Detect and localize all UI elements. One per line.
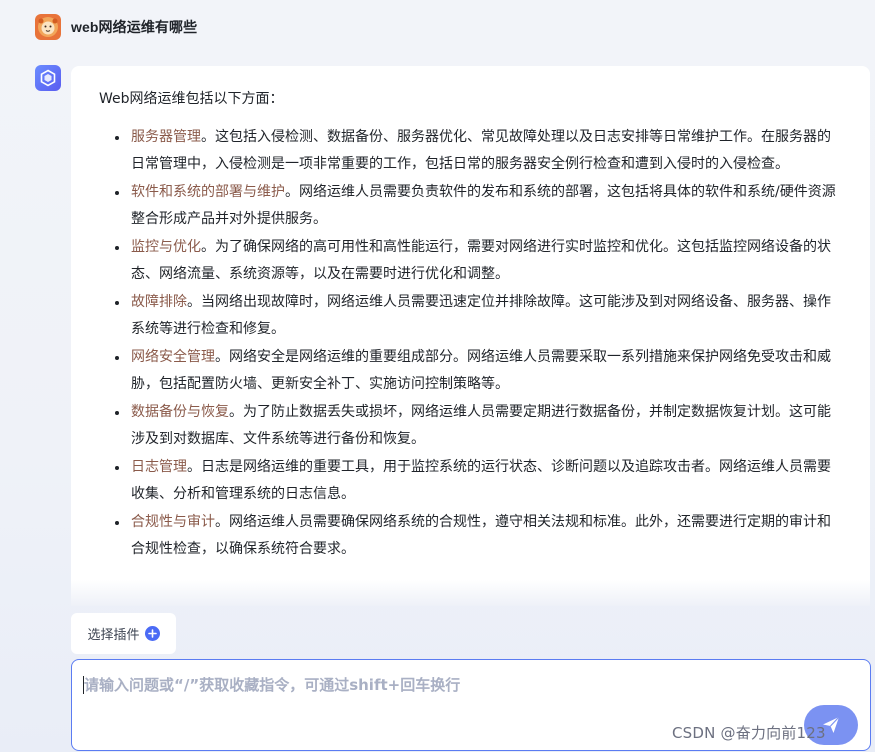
list-item: 合规性与审计。网络运维人员需要确保网络系统的合规性，遵守相关法规和标准。此外，还… — [115, 509, 842, 563]
point-title: 服务器管理 — [131, 129, 201, 145]
list-item: 日志管理。日志是网络运维的重要工具，用于监控系统的运行状态、诊断问题以及追踪攻击… — [115, 454, 842, 508]
point-text: 。当网络出现故障时，网络运维人员需要迅速定位并排除故障。这可能涉及到对网络设备、… — [131, 294, 831, 337]
list-item: 监控与优化。为了确保网络的高可用性和高性能运行，需要对网络进行实时监控和优化。这… — [115, 234, 842, 288]
answer-card: Web网络运维包括以下方面： 服务器管理。这包括入侵检测、数据备份、服务器优化、… — [71, 66, 870, 606]
point-text: 。为了确保网络的高可用性和高性能运行，需要对网络进行实时监控和优化。这包括监控网… — [131, 239, 831, 282]
point-title: 网络安全管理 — [131, 349, 215, 365]
point-title: 故障排除 — [131, 294, 187, 310]
lion-avatar-icon — [38, 17, 58, 37]
user-message-row: web网络运维有哪些 — [35, 13, 197, 41]
cube-logo-icon — [40, 69, 56, 87]
answer-intro: Web网络运维包括以下方面： — [99, 91, 284, 107]
answer-points-list: 服务器管理。这包括入侵检测、数据备份、服务器优化、常见故障处理以及日志安排等日常… — [99, 124, 842, 563]
point-title: 软件和系统的部署与维护 — [131, 184, 285, 200]
plus-circle-icon — [144, 626, 160, 641]
list-item: 数据备份与恢复。为了防止数据丢失或损坏，网络运维人员需要定期进行数据备份，并制定… — [115, 399, 842, 453]
point-title: 监控与优化 — [131, 239, 201, 255]
point-text: 。网络运维人员需要确保网络系统的合规性，遵守相关法规和标准。此外，还需要进行定期… — [131, 514, 831, 557]
bot-avatar — [35, 65, 61, 91]
list-item: 故障排除。当网络出现故障时，网络运维人员需要迅速定位并排除故障。这可能涉及到对网… — [115, 289, 842, 343]
select-plugin-label: 选择插件 — [87, 628, 140, 643]
point-title: 日志管理 — [131, 459, 187, 475]
chat-page: web网络运维有哪些 Web网络运维包括以下方面： 服务器管理。这包括入侵检测、… — [0, 0, 875, 752]
user-avatar — [35, 14, 61, 40]
point-title: 数据备份与恢复 — [131, 404, 229, 420]
answer-fade — [71, 580, 870, 606]
text-caret — [83, 676, 84, 694]
user-question-text: web网络运维有哪些 — [71, 19, 198, 35]
list-item: 软件和系统的部署与维护。网络运维人员需要负责软件的发布和系统的部署，这包括将具体… — [115, 179, 842, 233]
point-title: 合规性与审计 — [131, 514, 215, 530]
point-text: 。这包括入侵检测、数据备份、服务器优化、常见故障处理以及日志安排等日常维护工作。… — [131, 129, 831, 172]
point-text: 。为了防止数据丢失或损坏，网络运维人员需要定期进行数据备份，并制定数据恢复计划。… — [131, 404, 831, 447]
list-item: 服务器管理。这包括入侵检测、数据备份、服务器优化、常见故障处理以及日志安排等日常… — [115, 124, 842, 178]
question-input[interactable] — [82, 672, 786, 716]
watermark-text: CSDN @奋力向前123 — [672, 724, 826, 742]
point-text: 。日志是网络运维的重要工具，用于监控系统的运行状态、诊断问题以及追踪攻击者。网络… — [131, 459, 831, 502]
point-text: 。网络安全是网络运维的重要组成部分。网络运维人员需要采取一系列措施来保护网络免受… — [131, 349, 831, 392]
list-item: 网络安全管理。网络安全是网络运维的重要组成部分。网络运维人员需要采取一系列措施来… — [115, 344, 842, 398]
select-plugin-button[interactable]: 选择插件 — [71, 613, 176, 654]
